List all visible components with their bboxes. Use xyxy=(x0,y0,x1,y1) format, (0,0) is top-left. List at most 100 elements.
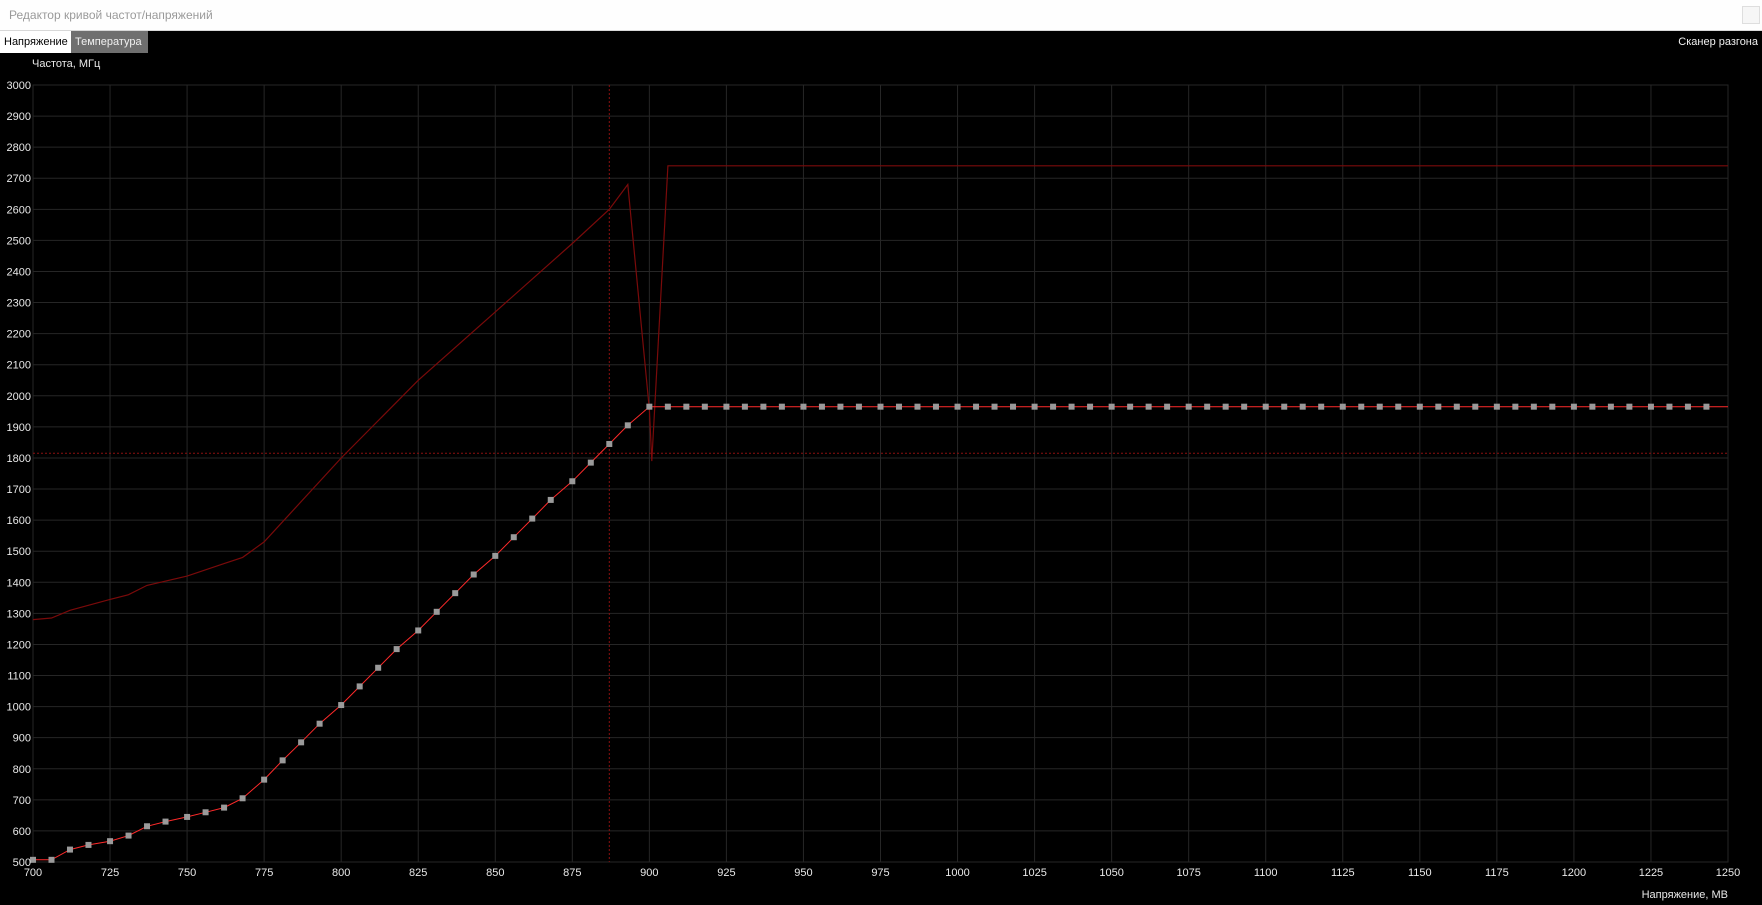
curve-point[interactable] xyxy=(895,403,902,410)
curve-point[interactable] xyxy=(569,478,576,485)
curve-point[interactable] xyxy=(1395,403,1402,410)
curve-point[interactable] xyxy=(760,403,767,410)
curve-point[interactable] xyxy=(1493,403,1500,410)
curve-point[interactable] xyxy=(1262,403,1269,410)
curve-point[interactable] xyxy=(1050,403,1057,410)
curve-point[interactable] xyxy=(492,552,499,559)
curve-point[interactable] xyxy=(415,627,422,634)
curve-point[interactable] xyxy=(1549,403,1556,410)
curve-point[interactable] xyxy=(778,403,785,410)
curve-point[interactable] xyxy=(606,440,613,447)
curve-point[interactable] xyxy=(1222,403,1229,410)
y-tick-label: 1500 xyxy=(7,546,31,558)
curve-point[interactable] xyxy=(393,646,400,653)
curve-point[interactable] xyxy=(1031,403,1038,410)
curve-point[interactable] xyxy=(1185,403,1192,410)
y-tick-label: 2100 xyxy=(7,360,31,372)
curve-point[interactable] xyxy=(470,571,477,578)
curve-point[interactable] xyxy=(85,841,92,848)
curve-point[interactable] xyxy=(1684,403,1691,410)
curve-point[interactable] xyxy=(162,818,169,825)
curve-point[interactable] xyxy=(1108,403,1115,410)
curve-point[interactable] xyxy=(800,403,807,410)
x-tick-label: 900 xyxy=(640,867,658,879)
curve-point[interactable] xyxy=(1666,403,1673,410)
curve-point[interactable] xyxy=(587,459,594,466)
curve-point[interactable] xyxy=(316,720,323,727)
curve-point[interactable] xyxy=(184,813,191,820)
curve-point[interactable] xyxy=(837,403,844,410)
curve-point[interactable] xyxy=(1376,403,1383,410)
curve-point[interactable] xyxy=(914,403,921,410)
curve-point[interactable] xyxy=(375,664,382,671)
curve-point[interactable] xyxy=(991,403,998,410)
curve-point[interactable] xyxy=(433,608,440,615)
x-tick-label: 775 xyxy=(255,867,273,879)
curve-point[interactable] xyxy=(1299,403,1306,410)
y-axis-label: Частота, МГц xyxy=(32,58,101,70)
curve-point[interactable] xyxy=(855,403,862,410)
curve-point[interactable] xyxy=(1339,403,1346,410)
curve-point[interactable] xyxy=(452,590,459,597)
curve-point[interactable] xyxy=(125,832,132,839)
curve-point[interactable] xyxy=(48,856,55,863)
tab-voltage[interactable]: Напряжение xyxy=(0,31,71,53)
curve-point[interactable] xyxy=(1435,403,1442,410)
curve-point[interactable] xyxy=(279,757,286,764)
curve-point[interactable] xyxy=(66,846,73,853)
close-icon[interactable] xyxy=(1742,6,1760,24)
curve-point[interactable] xyxy=(1204,403,1211,410)
curve-point[interactable] xyxy=(1145,403,1152,410)
curve-point[interactable] xyxy=(510,534,517,541)
curve-point[interactable] xyxy=(1010,403,1017,410)
curve-point[interactable] xyxy=(624,422,631,429)
curve-point[interactable] xyxy=(1127,403,1134,410)
curve-point[interactable] xyxy=(144,823,151,830)
curve-point[interactable] xyxy=(1318,403,1325,410)
curve-point[interactable] xyxy=(723,403,730,410)
curve-point[interactable] xyxy=(1472,403,1479,410)
curve-point[interactable] xyxy=(1530,403,1537,410)
vf-curve-svg[interactable]: Частота, МГц Напряжение, МВ 700 725 750 775… xyxy=(0,53,1762,905)
curve-point[interactable] xyxy=(356,683,363,690)
x-tick-label: 725 xyxy=(101,867,119,879)
curve-point[interactable] xyxy=(261,776,268,783)
curve-point[interactable] xyxy=(529,515,536,522)
curve-point[interactable] xyxy=(1703,403,1710,410)
curve-point[interactable] xyxy=(646,403,653,410)
curve-point[interactable] xyxy=(1068,403,1075,410)
curve-point[interactable] xyxy=(1416,403,1423,410)
curve-point[interactable] xyxy=(338,702,345,709)
curve-point[interactable] xyxy=(973,403,980,410)
vf-curve-chart[interactable]: Частота, МГц Напряжение, МВ 700 725 750 775… xyxy=(0,53,1762,905)
curve-point[interactable] xyxy=(683,403,690,410)
curve-point[interactable] xyxy=(221,804,228,811)
curve-point[interactable] xyxy=(1241,403,1248,410)
curve-point[interactable] xyxy=(1589,403,1596,410)
curve-point[interactable] xyxy=(818,403,825,410)
curve-point[interactable] xyxy=(239,795,246,802)
curve-point[interactable] xyxy=(547,496,554,503)
curve-point[interactable] xyxy=(1453,403,1460,410)
curve-point[interactable] xyxy=(664,403,671,410)
curve-point[interactable] xyxy=(1647,403,1654,410)
curve-point[interactable] xyxy=(877,403,884,410)
curve-point[interactable] xyxy=(1281,403,1288,410)
curve-points[interactable] xyxy=(30,403,1710,863)
curve-point[interactable] xyxy=(701,403,708,410)
curve-point[interactable] xyxy=(954,403,961,410)
curve-point[interactable] xyxy=(1512,403,1519,410)
curve-point[interactable] xyxy=(741,403,748,410)
curve-point[interactable] xyxy=(1570,403,1577,410)
curve-point[interactable] xyxy=(932,403,939,410)
curve-point[interactable] xyxy=(1358,403,1365,410)
curve-point[interactable] xyxy=(1607,403,1614,410)
curve-point[interactable] xyxy=(298,739,305,746)
curve-point[interactable] xyxy=(1164,403,1171,410)
curve-point[interactable] xyxy=(1087,403,1094,410)
tab-temperature[interactable]: Температура xyxy=(71,31,148,53)
curve-point[interactable] xyxy=(202,809,209,816)
curve-point[interactable] xyxy=(107,838,114,845)
oc-scanner-button[interactable]: Сканер разгона xyxy=(1678,31,1758,53)
curve-point[interactable] xyxy=(1626,403,1633,410)
